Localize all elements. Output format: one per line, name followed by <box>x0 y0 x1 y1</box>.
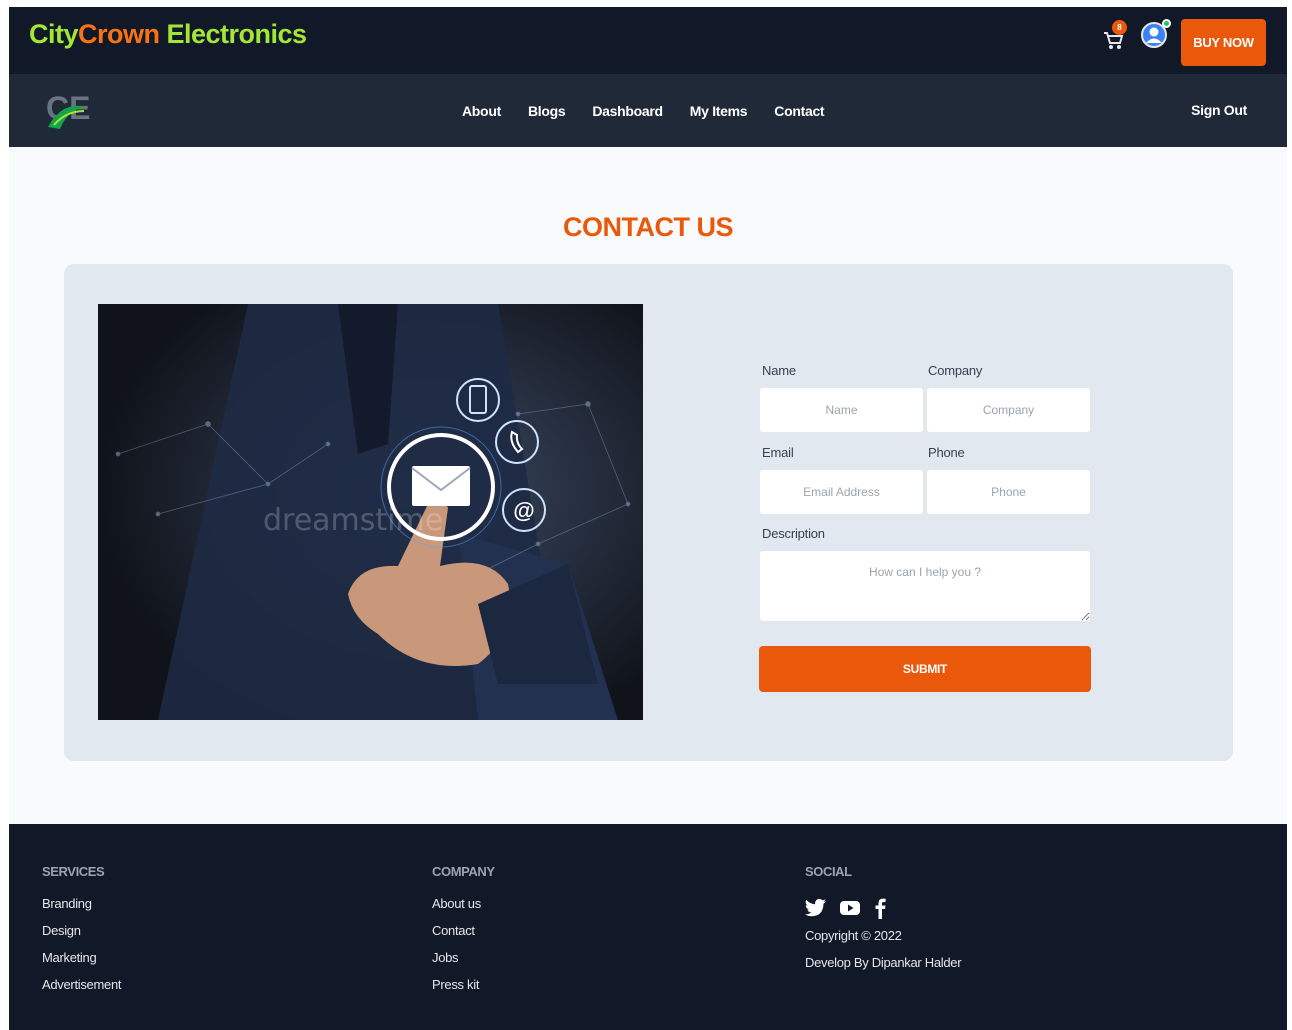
nav-bar: CE About Blogs Dashboard My Items Contac… <box>9 74 1287 147</box>
footer-company-heading: COMPANY <box>432 864 495 879</box>
online-status-dot <box>1162 19 1171 28</box>
nav-my-items[interactable]: My Items <box>690 103 748 119</box>
contact-image: @ dreamstime <box>98 304 643 720</box>
copyright-text: Copyright © 2022 <box>805 928 902 943</box>
footer-link-press-kit[interactable]: Press kit <box>432 977 495 1004</box>
footer-social: SOCIAL Copyright © 2022 Develop By Dipan… <box>805 864 962 982</box>
nav-blogs[interactable]: Blogs <box>528 103 566 119</box>
nav-contact[interactable]: Contact <box>774 103 824 119</box>
sign-out-link[interactable]: Sign Out <box>1191 102 1247 118</box>
description-textarea[interactable] <box>759 550 1091 622</box>
footer-company: COMPANY About us Contact Jobs Press kit <box>432 864 495 1004</box>
footer-social-heading: SOCIAL <box>805 864 852 879</box>
footer-link-branding[interactable]: Branding <box>42 896 121 923</box>
developer-credit: Develop By Dipankar Halder <box>805 955 962 970</box>
site-logo[interactable]: CE <box>44 89 92 133</box>
image-watermark: dreamstime <box>263 503 443 538</box>
footer-link-contact[interactable]: Contact <box>432 923 495 950</box>
facebook-icon[interactable] <box>873 897 887 919</box>
footer-link-marketing[interactable]: Marketing <box>42 950 121 977</box>
phone-label: Phone <box>928 445 965 460</box>
cart-count-badge: 8 <box>1112 20 1127 35</box>
main-nav: About Blogs Dashboard My Items Contact <box>462 74 851 147</box>
name-label: Name <box>762 363 796 378</box>
twitter-icon[interactable] <box>805 898 827 918</box>
buy-now-button[interactable]: BUY NOW <box>1181 19 1266 66</box>
email-input[interactable] <box>759 469 924 515</box>
company-label: Company <box>928 363 983 378</box>
brand-part-electronics: Electronics <box>159 19 308 49</box>
brand-part-crown: Crown <box>78 19 160 49</box>
footer-services: SERVICES Branding Design Marketing Adver… <box>42 864 122 1004</box>
footer-link-advertisement[interactable]: Advertisement <box>42 977 122 1004</box>
page: CityCrown Electronics 8 BUY NOW CE About… <box>9 7 1287 1030</box>
contact-illustration: @ dreamstime <box>98 304 643 720</box>
name-input[interactable] <box>759 387 924 433</box>
company-input[interactable] <box>926 387 1091 433</box>
footer-link-about-us[interactable]: About us <box>432 896 495 923</box>
nav-about[interactable]: About <box>462 103 501 119</box>
brand-title[interactable]: CityCrown Electronics <box>29 19 307 50</box>
phone-input[interactable] <box>926 469 1091 515</box>
footer-services-heading: SERVICES <box>42 864 105 879</box>
social-icons <box>805 896 961 920</box>
footer-link-jobs[interactable]: Jobs <box>432 950 495 977</box>
brand-part-city: City <box>29 19 79 49</box>
youtube-icon[interactable] <box>839 898 861 918</box>
footer: SERVICES Branding Design Marketing Adver… <box>9 824 1287 1030</box>
page-title: CONTACT US <box>563 212 734 242</box>
description-label: Description <box>762 526 825 541</box>
submit-button[interactable]: SUBMIT <box>759 646 1091 692</box>
top-bar: CityCrown Electronics 8 BUY NOW <box>9 7 1287 74</box>
footer-link-design[interactable]: Design <box>42 923 121 950</box>
svg-text:@: @ <box>513 498 534 523</box>
nav-dashboard[interactable]: Dashboard <box>592 103 663 119</box>
email-label: Email <box>762 445 794 460</box>
